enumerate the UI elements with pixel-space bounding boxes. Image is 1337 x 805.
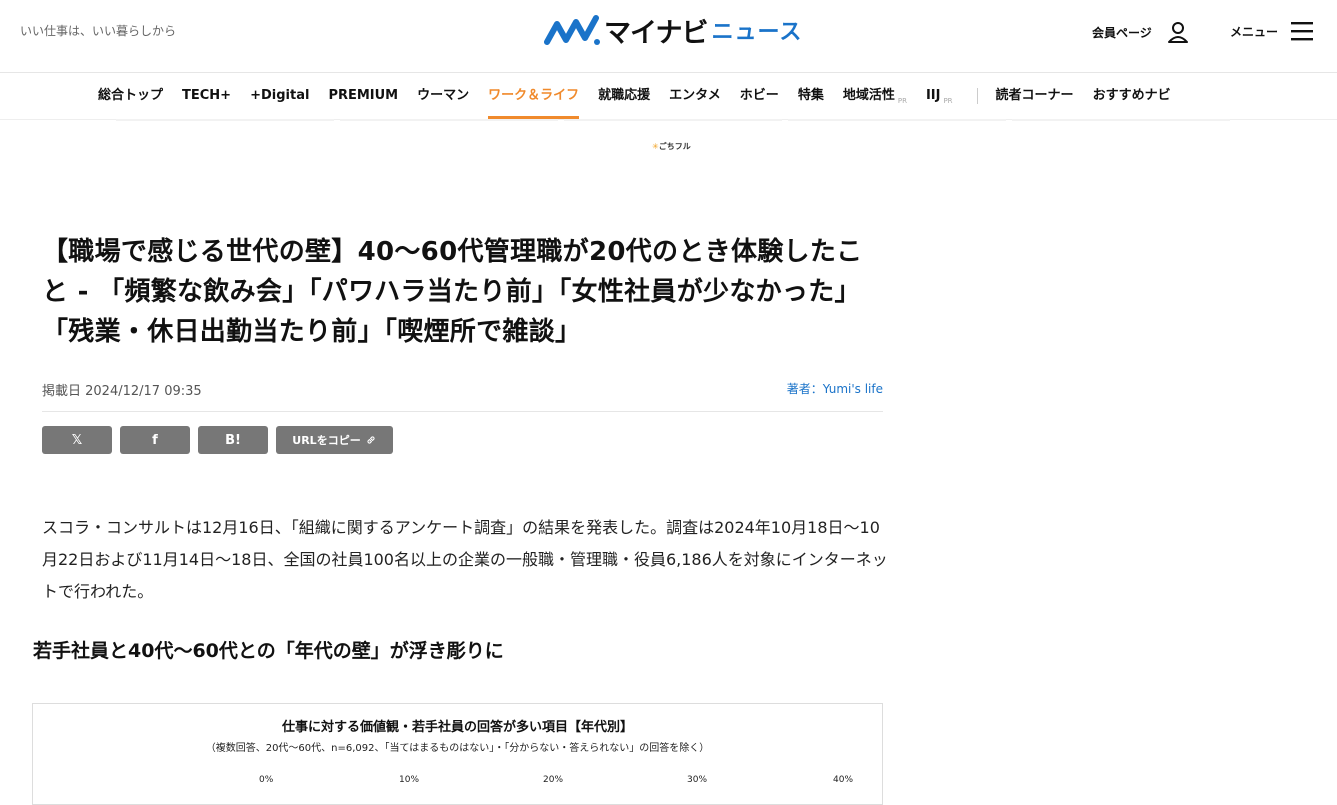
sponsor-mark-icon: ✳ <box>652 142 659 151</box>
survey-chart-image[interactable]: 仕事に対する価値観・若手社員の回答が多い項目【年代別】 （複数回答、20代～60… <box>32 703 883 805</box>
article-header: 【職場で感じる世代の壁】40～60代管理職が20代のとき体験したこと - 「頻繁… <box>42 232 884 352</box>
link-icon <box>367 436 375 444</box>
member-page-button[interactable]: 会員ページ <box>1092 20 1190 44</box>
nav-item-entame[interactable]: エンタメ <box>669 73 721 119</box>
section-heading: 若手社員と40代～60代との「年代の壁」が浮き彫りに <box>33 640 504 662</box>
chart-tick-label: 10% <box>399 775 420 785</box>
tagline: いい仕事は、いい暮らしから <box>20 24 177 38</box>
hatena-icon: B! <box>225 432 241 448</box>
copy-url-label: URLをコピー <box>292 434 361 447</box>
share-facebook-button[interactable]: f <box>120 426 190 454</box>
nav-item-hobby[interactable]: ホビー <box>740 73 779 119</box>
article-lead-paragraph: スコラ・コンサルトは12月16日、「組織に関するアンケート調査」の結果を発表した… <box>42 518 888 601</box>
nav-item-reader[interactable]: 読者コーナー <box>996 73 1074 119</box>
logo-mark-icon <box>544 15 600 45</box>
hamburger-icon <box>1291 22 1314 41</box>
nav-item-feature[interactable]: 特集 <box>798 73 824 119</box>
logo-news-text: ニュース <box>711 20 803 45</box>
nav-item-woman[interactable]: ウーマン <box>417 73 469 119</box>
chart-title: 仕事に対する価値観・若手社員の回答が多い項目【年代別】 <box>281 720 633 735</box>
nav-underline-strip <box>116 119 1230 121</box>
site-logo[interactable]: マイナビ ニュース <box>544 10 802 50</box>
share-x-button[interactable]: 𝕏 <box>42 426 112 454</box>
menu-label: メニュー <box>1230 24 1279 39</box>
nav-item-region[interactable]: 地域活性 PR <box>843 73 907 119</box>
site-header: いい仕事は、いい暮らしから マイナビ ニュース 会員ページ メニュー <box>0 0 1337 73</box>
category-nav: 総合トップ TECH+ +Digital PREMIUM ウーマン ワーク＆ライ… <box>0 73 1337 120</box>
user-icon <box>1167 22 1188 43</box>
nav-fade-overlay <box>1227 73 1337 119</box>
pr-badge: PR <box>943 96 953 105</box>
chart-tick-label: 40% <box>833 775 854 785</box>
nav-item-work-life[interactable]: ワーク＆ライフ <box>488 73 580 119</box>
nav-item-region-label: 地域活性 <box>842 88 895 103</box>
nav-item-iij-label: IIJ <box>925 88 941 103</box>
nav-divider <box>976 88 978 104</box>
nav-item-iij[interactable]: IIJ PR <box>926 73 953 119</box>
article-meta: 掲載日 2024/12/17 09:35 著者：Yumi's life <box>42 380 883 412</box>
copy-url-button[interactable]: URLをコピー <box>276 426 393 454</box>
publish-date: 掲載日 2024/12/17 09:35 <box>42 384 202 399</box>
sponsor-text: ごちフル <box>658 142 691 151</box>
pr-badge: PR <box>897 96 907 105</box>
nav-item-premium[interactable]: PREMIUM <box>328 73 398 119</box>
x-icon: 𝕏 <box>71 432 83 448</box>
share-hatena-button[interactable]: B! <box>198 426 268 454</box>
nav-item-recommend[interactable]: おすすめナビ <box>1093 73 1171 119</box>
facebook-icon: f <box>152 432 158 448</box>
chart-tick-label: 20% <box>543 775 564 785</box>
chart-tick-label: 30% <box>687 775 708 785</box>
nav-item-tech[interactable]: TECH+ <box>182 73 231 119</box>
chart-tick-label: 0% <box>259 775 274 785</box>
chart-subtitle: （複数回答、20代～60代、n=6,092、「当てはまるものはない」・「分からな… <box>205 743 710 754</box>
article-title: 【職場で感じる世代の壁】40～60代管理職が20代のとき体験したこと - 「頻繁… <box>42 237 863 347</box>
logo-text: マイナビ <box>604 17 708 49</box>
share-buttons: 𝕏 f B! URLをコピー <box>42 426 393 454</box>
sponsor-logo[interactable]: ✳ごちフル <box>652 141 691 152</box>
menu-button[interactable]: メニュー <box>1230 20 1314 42</box>
nav-item-job[interactable]: 就職応援 <box>598 73 650 119</box>
nav-item-digital[interactable]: +Digital <box>250 73 309 119</box>
author-link[interactable]: 著者：Yumi's life <box>787 380 883 397</box>
nav-item-top[interactable]: 総合トップ <box>98 73 163 119</box>
member-page-label: 会員ページ <box>1092 25 1152 40</box>
